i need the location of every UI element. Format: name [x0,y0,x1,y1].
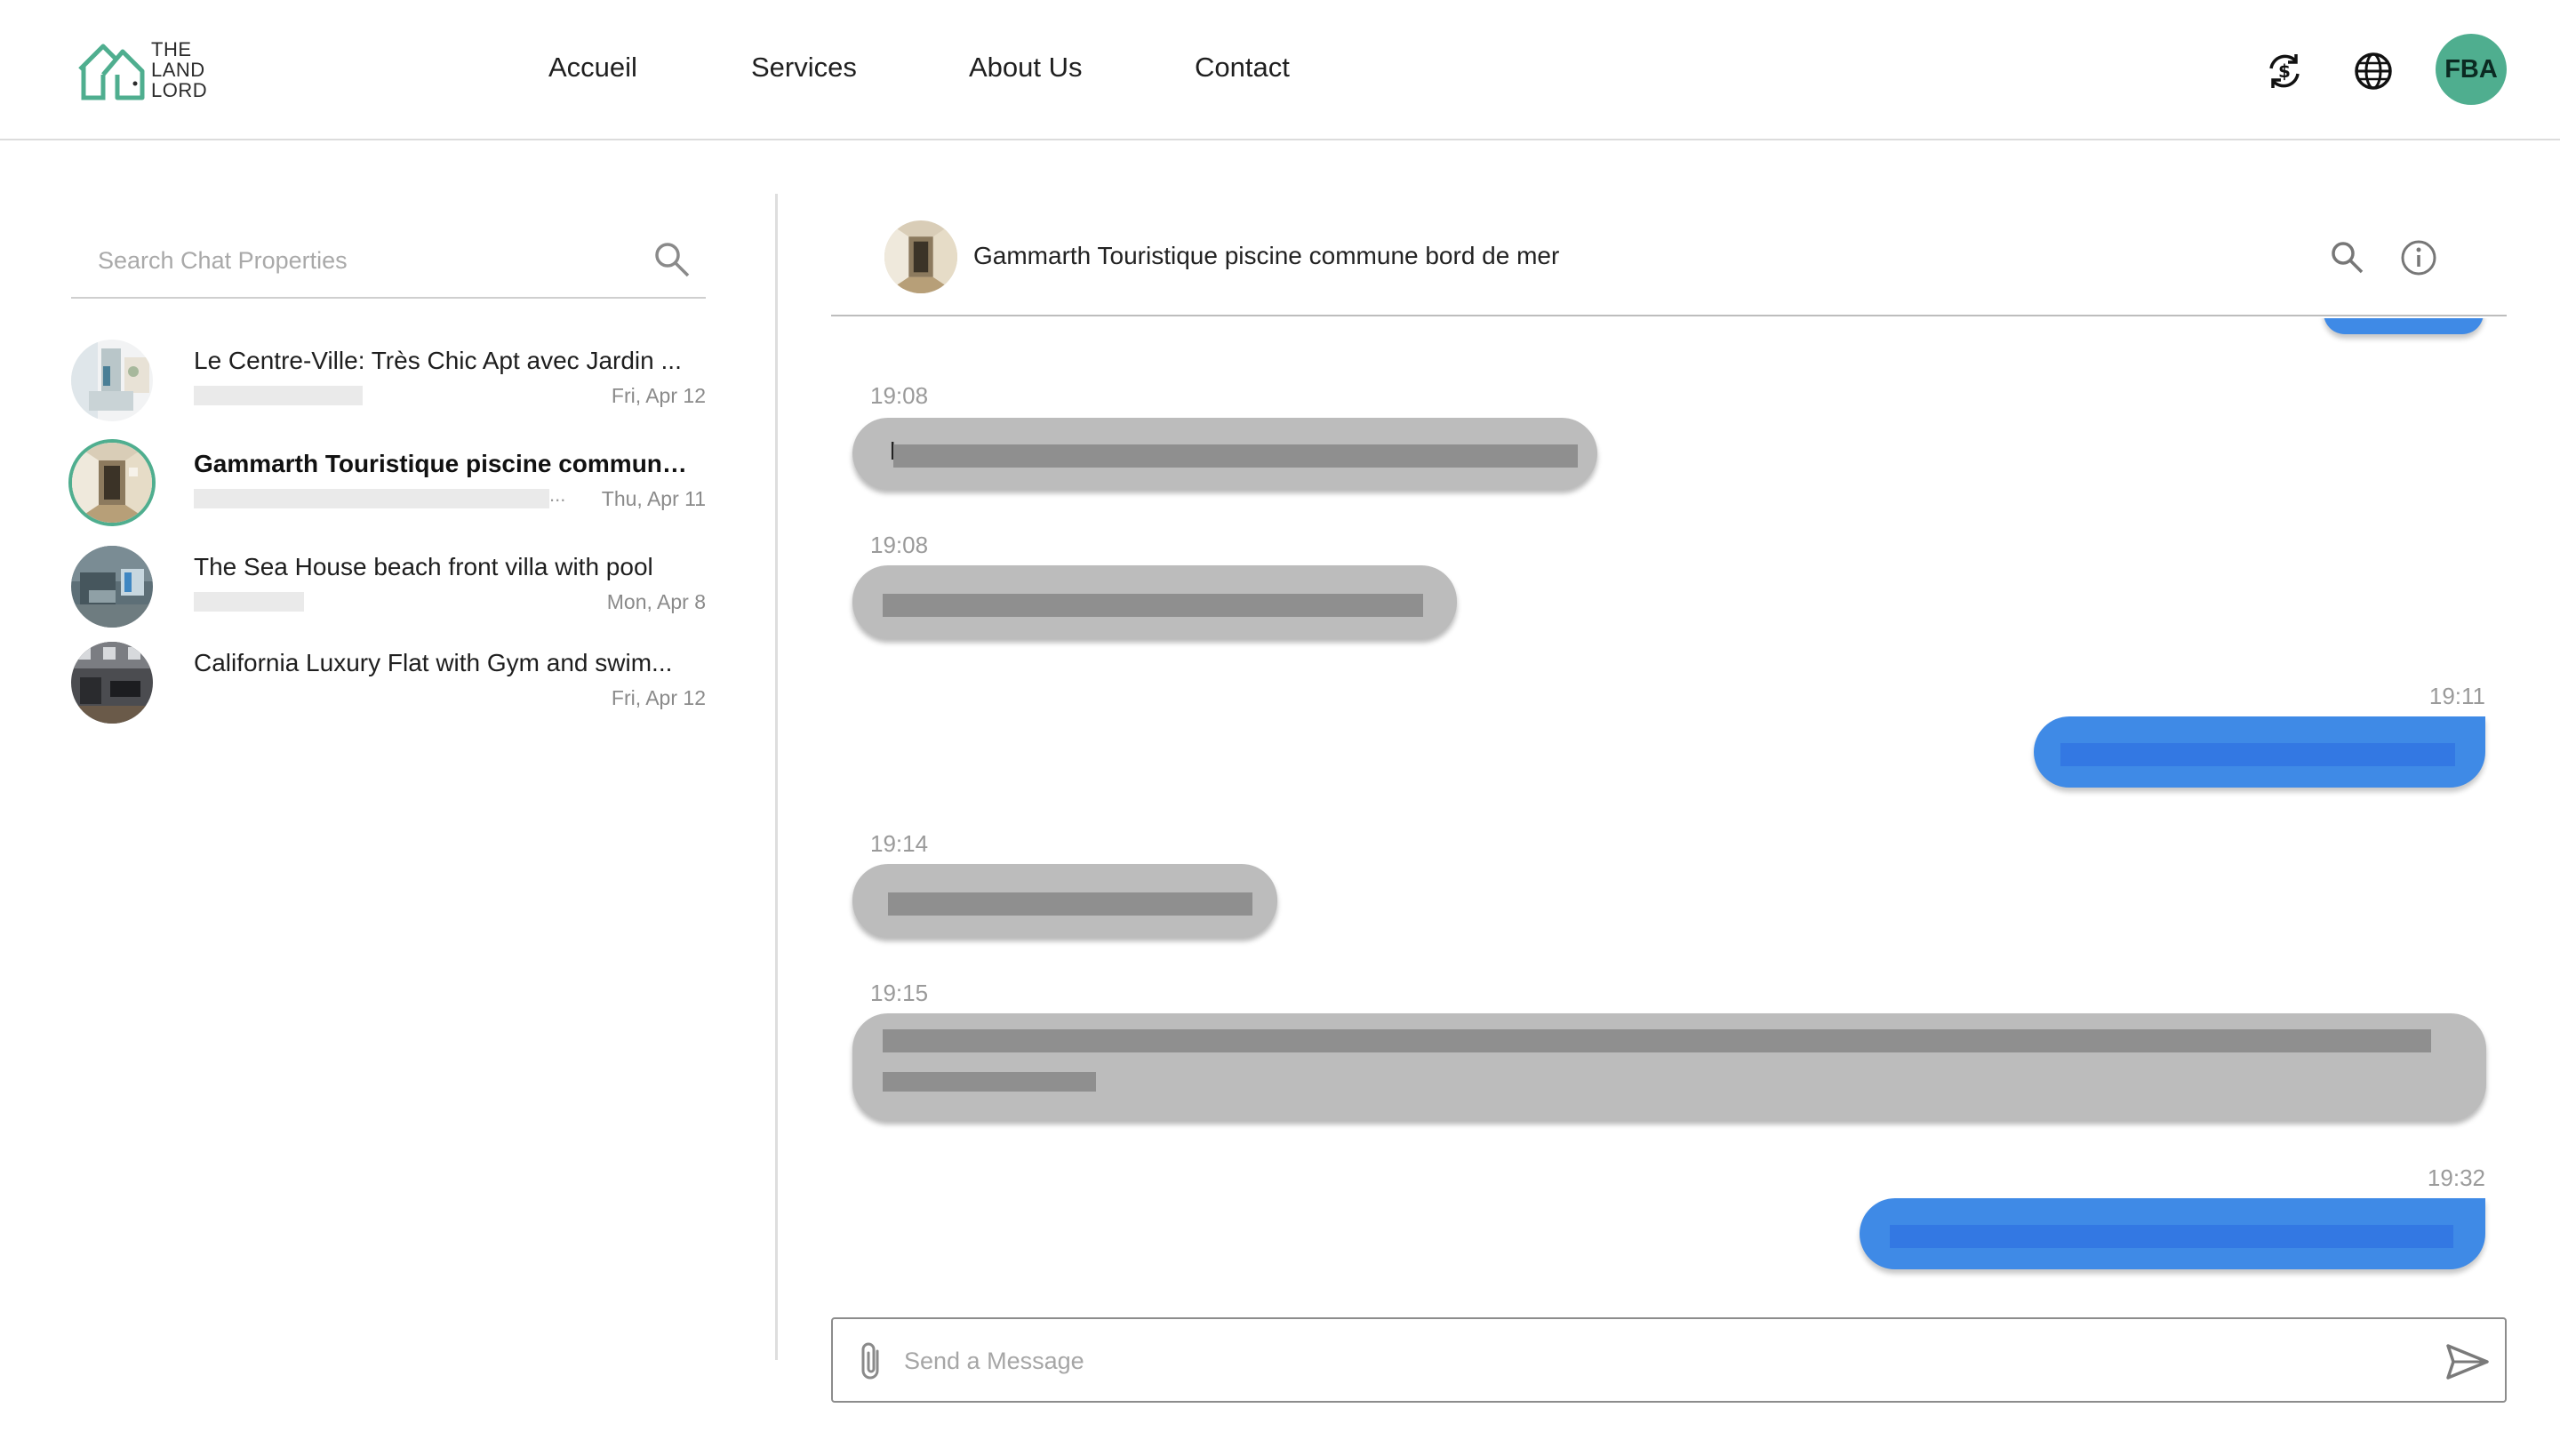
message-bubble-incoming: h [852,418,1597,489]
conversation-item[interactable]: The Sea House beach front villa with poo… [71,542,706,631]
preview-ellipsis: ... [549,484,566,506]
search-messages-icon[interactable] [2324,235,2371,281]
conversation-title: The Sea House beach front villa with poo… [194,553,653,580]
message-bubble-outgoing [2034,716,2485,788]
message-list[interactable]: 19:08 h 19:08 19:11 19:14 19:15 19:32 [831,318,2507,1305]
chat-search [71,222,706,299]
message-bubble-outgoing [2324,318,2484,334]
conversation-date: Mon, Apr 8 [606,590,706,613]
conversation-date: Fri, Apr 12 [611,384,706,407]
message-timestamp: 19:08 [870,532,929,558]
conversation-title: Le Centre-Ville: Très Chic Apt avec Jard… [194,347,682,374]
message-timestamp: 19:11 [2428,683,2485,709]
redacted-text [1890,1225,2453,1248]
logo-text: THE LAND LORD [151,39,207,100]
message-preview-redacted [194,386,363,405]
message-bubble-incoming [852,565,1457,638]
redacted-text [883,1072,1096,1092]
message-timestamp: 19:15 [870,980,929,1006]
property-thumbnail [71,546,153,628]
logo-line-3: LORD [151,79,208,101]
message-bubble-incoming [852,1013,2486,1120]
sidebar-divider [775,194,778,1360]
globe-icon[interactable] [2348,46,2398,96]
user-avatar[interactable]: FBA [2436,34,2507,105]
conversation-item-active[interactable]: Gammarth Touristique piscine commune b..… [68,439,706,528]
redacted-text [883,1029,2431,1052]
svg-text:$: $ [2278,60,2291,82]
attachment-icon[interactable] [852,1340,892,1383]
conversation-date: Thu, Apr 11 [601,487,706,510]
redacted-text [893,444,1578,468]
message-preview-redacted [194,489,549,508]
nav-contact[interactable]: Contact [1195,52,1290,84]
conversation-date: Fri, Apr 12 [611,686,706,709]
send-icon[interactable] [2444,1340,2491,1383]
property-thumbnail [71,340,153,421]
landlord-logo[interactable]: THE LAND LORD [76,36,210,105]
redacted-text [888,892,1252,916]
chat-property-thumbnail [884,220,957,293]
conversation-item[interactable]: California Luxury Flat with Gym and swim… [71,638,706,727]
message-composer [831,1317,2507,1403]
message-bubble-outgoing [1860,1198,2485,1269]
message-bubble-incoming [852,864,1277,937]
message-timestamp: 19:32 [2427,1164,2485,1191]
message-preview-redacted [194,592,304,612]
logo-line-2: LAND [151,59,205,81]
chat-header: Gammarth Touristique piscine commune bor… [831,213,2507,316]
message-timestamp: 19:14 [870,830,929,857]
property-thumbnail [71,642,153,724]
search-chat-input[interactable] [98,238,613,283]
redacted-text [883,594,1423,617]
nav-about-us[interactable]: About Us [969,52,1083,84]
message-timestamp: 19:08 [870,382,929,409]
nav-accueil[interactable]: Accueil [548,52,637,84]
chat-title: Gammarth Touristique piscine commune bor… [973,242,1560,269]
conversation-title: California Luxury Flat with Gym and swim… [194,649,673,676]
message-input[interactable] [904,1339,2380,1383]
info-icon[interactable] [2396,235,2442,281]
search-icon[interactable] [651,238,693,281]
redacted-text [2060,743,2455,766]
logo-line-1: THE [151,38,192,60]
currency-exchange-icon[interactable]: $ [2260,46,2309,96]
conversation-item[interactable]: Le Centre-Ville: Très Chic Apt avec Jard… [71,336,706,425]
top-navbar: THE LAND LORD Accueil Services About Us … [0,0,2560,140]
conversation-title: Gammarth Touristique piscine commune b..… [194,450,692,477]
property-thumbnail [68,439,156,526]
house-logo-icon [78,44,145,100]
nav-services[interactable]: Services [751,52,857,84]
